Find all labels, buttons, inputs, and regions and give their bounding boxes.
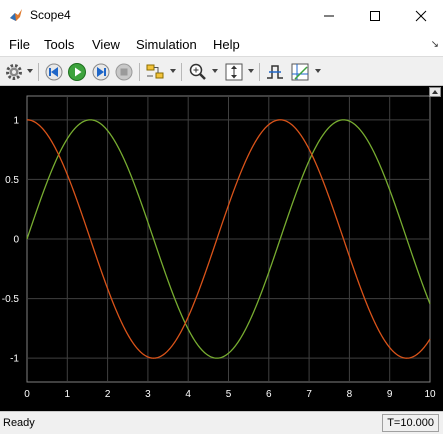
x-tick-label: 2 (105, 389, 111, 400)
toolbar (0, 56, 443, 86)
x-tick-label: 4 (185, 389, 191, 400)
x-tick-label: 8 (347, 389, 353, 400)
zoom-icon (189, 63, 206, 80)
step-forward-icon (92, 63, 110, 81)
menu-view[interactable]: View (92, 37, 120, 52)
autoscale-icon (225, 63, 243, 81)
y-tick-label: 1 (13, 115, 19, 126)
scope-display[interactable]: 0 1 2 3 4 5 6 7 8 9 10 1 0.5 0 -0.5 -1 (0, 86, 443, 411)
toolbar-separator (38, 63, 39, 81)
menu-help[interactable]: Help (213, 37, 240, 52)
close-icon (415, 10, 427, 22)
y-tick-label: 0 (13, 235, 19, 246)
autoscale-button[interactable] (224, 62, 244, 82)
x-tick-label: 5 (226, 389, 232, 400)
menu-tools[interactable]: Tools (44, 37, 74, 52)
toolbar-separator (259, 63, 260, 81)
status-bar: Ready T=10.000 (0, 411, 443, 434)
stop-icon (115, 63, 133, 81)
dock-arrow-icon[interactable]: ↘ (431, 39, 439, 50)
step-forward-button[interactable] (91, 62, 111, 82)
x-tick-label: 6 (266, 389, 272, 400)
menu-simulation[interactable]: Simulation (136, 37, 197, 52)
autoscale-dropdown-arrow[interactable] (248, 69, 254, 73)
toolbar-separator (139, 63, 140, 81)
settings-button[interactable] (4, 62, 24, 82)
menu-bar: File Tools View Simulation Help ↘ (0, 33, 443, 55)
maximize-button[interactable] (351, 0, 397, 31)
status-text: Ready (3, 417, 35, 429)
simulation-time: T=10.000 (382, 414, 439, 432)
y-tick-label: 0.5 (5, 175, 19, 186)
triggers-icon (267, 65, 283, 79)
zoom-dropdown-arrow[interactable] (212, 69, 218, 73)
x-tick-label: 3 (145, 389, 151, 400)
minimize-icon (324, 15, 334, 17)
measurements-dropdown-arrow[interactable] (315, 69, 321, 73)
scope-plot: 0 1 2 3 4 5 6 7 8 9 10 1 0.5 0 -0.5 -1 (2, 95, 436, 400)
minimize-button[interactable] (305, 0, 351, 31)
x-tick-label: 7 (306, 389, 312, 400)
settings-dropdown-arrow[interactable] (27, 69, 33, 73)
y-tick-label: -0.5 (2, 294, 20, 305)
cursor-measurements-button[interactable] (290, 62, 310, 82)
step-back-icon (45, 63, 63, 81)
highlight-dropdown-arrow[interactable] (170, 69, 176, 73)
matlab-app-icon (10, 9, 22, 21)
step-back-button[interactable] (44, 62, 64, 82)
x-tick-label: 10 (424, 389, 436, 400)
run-icon (68, 63, 86, 81)
highlight-block-button[interactable] (145, 62, 165, 82)
undock-icon[interactable] (429, 87, 441, 97)
stop-button[interactable] (114, 62, 134, 82)
toolbar-separator (181, 63, 182, 81)
close-button[interactable] (397, 0, 443, 31)
settings-icon (6, 64, 22, 80)
run-button[interactable] (67, 62, 87, 82)
window-title: Scope4 (30, 8, 71, 22)
menu-file[interactable]: File (9, 37, 30, 52)
cursor-measurements-icon (291, 63, 309, 81)
y-tick-label: -1 (10, 354, 19, 365)
title-bar: Scope4 (0, 0, 443, 31)
maximize-icon (370, 11, 380, 21)
highlight-block-icon (146, 64, 164, 79)
x-tick-label: 1 (65, 389, 71, 400)
triggers-button[interactable] (265, 62, 285, 82)
zoom-button[interactable] (188, 62, 208, 82)
x-tick-label: 0 (24, 389, 30, 400)
x-tick-label: 9 (387, 389, 393, 400)
